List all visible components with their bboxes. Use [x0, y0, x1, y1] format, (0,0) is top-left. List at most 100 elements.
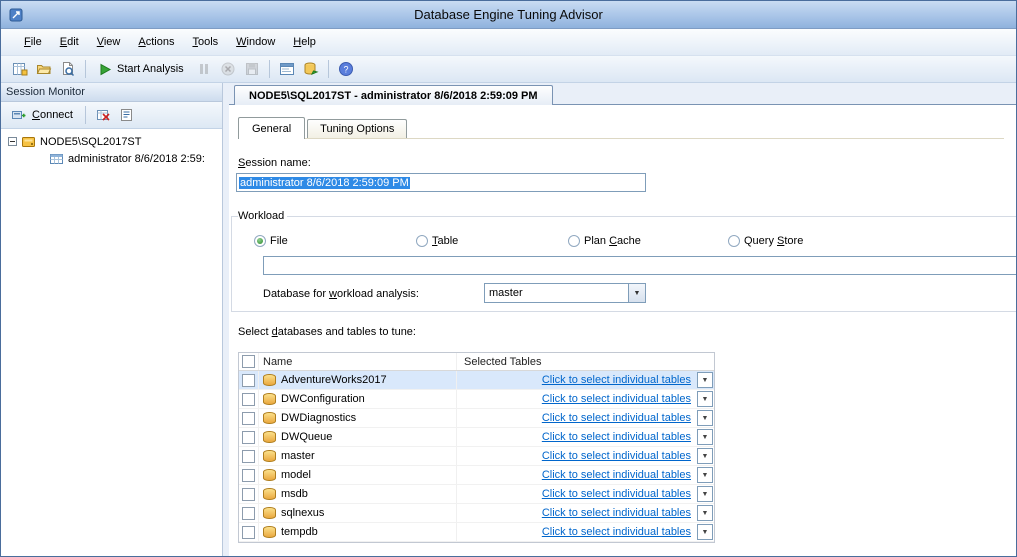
table-body: AdventureWorks2017 Click to select indiv… [239, 371, 714, 542]
database-name: DWConfiguration [281, 393, 365, 405]
stop-analysis-button [217, 58, 239, 80]
export-session-button[interactable] [300, 58, 322, 80]
tab-tuning-options[interactable]: Tuning Options [307, 119, 407, 138]
open-workload-file-button[interactable] [57, 58, 79, 80]
row-checkbox[interactable] [242, 469, 255, 482]
app-window: Database Engine Tuning Advisor File Edit… [0, 0, 1017, 557]
menu-window[interactable]: Window [227, 31, 284, 53]
database-icon [263, 526, 276, 538]
server-icon [21, 135, 36, 149]
session-name-selected-text: administrator 8/6/2018 2:59:09 PM [239, 177, 410, 189]
row-checkbox[interactable] [242, 507, 255, 520]
table-row: AdventureWorks2017 Click to select indiv… [239, 371, 714, 390]
database-analysis-combo[interactable]: master [484, 283, 646, 303]
table-row: sqlnexus Click to select individual tabl… [239, 504, 714, 523]
menu-tools[interactable]: Tools [183, 31, 227, 53]
menu-view[interactable]: View [88, 31, 130, 53]
database-name: msdb [281, 488, 308, 500]
workload-query-store-radio[interactable] [728, 235, 740, 247]
start-analysis-button[interactable]: Start Analysis [92, 58, 191, 80]
row-checkbox[interactable] [242, 412, 255, 425]
tab-strip: General Tuning Options [238, 117, 1004, 139]
name-column-header: Name [263, 356, 292, 368]
menu-help[interactable]: Help [284, 31, 325, 53]
svg-text:?: ? [343, 65, 348, 75]
row-checkbox[interactable] [242, 374, 255, 387]
select-tables-link[interactable]: Click to select individual tables [542, 526, 691, 538]
database-icon [263, 507, 276, 519]
workload-file-radio[interactable] [254, 235, 266, 247]
row-checkbox[interactable] [242, 526, 255, 539]
selected-tables-column-header: Selected Tables [464, 356, 541, 368]
title-bar: Database Engine Tuning Advisor [1, 1, 1016, 29]
tables-dropdown-button[interactable] [697, 429, 713, 445]
database-name: master [281, 450, 315, 462]
window-title: Database Engine Tuning Advisor [1, 7, 1016, 22]
pause-analysis-button [193, 58, 215, 80]
session-content: General Tuning Options Session name: adm… [229, 104, 1016, 556]
new-session-button[interactable] [9, 58, 31, 80]
connect-server-icon [11, 107, 27, 123]
menu-bar: File Edit View Actions Tools Window Help [1, 29, 1016, 56]
select-tables-link[interactable]: Click to select individual tables [542, 431, 691, 443]
table-row: DWConfiguration Click to select individu… [239, 390, 714, 409]
delete-session-button[interactable] [92, 104, 114, 126]
workload-table-label: Table [432, 235, 458, 247]
select-all-checkbox[interactable] [242, 355, 255, 368]
workload-file-input[interactable] [263, 256, 1017, 275]
tables-dropdown-button[interactable] [697, 467, 713, 483]
select-tables-link[interactable]: Click to select individual tables [542, 374, 691, 386]
select-tables-link[interactable]: Click to select individual tables [542, 488, 691, 500]
row-checkbox[interactable] [242, 450, 255, 463]
help-button[interactable]: ? [335, 58, 357, 80]
combo-dropdown-icon[interactable] [628, 284, 645, 302]
new-session-icon [12, 61, 28, 77]
tree-session-node[interactable]: administrator 8/6/2018 2:59: [1, 150, 222, 167]
open-session-button[interactable] [33, 58, 55, 80]
tables-dropdown-button[interactable] [697, 505, 713, 521]
tables-dropdown-button[interactable] [697, 391, 713, 407]
database-icon [263, 450, 276, 462]
menu-actions[interactable]: Actions [129, 31, 183, 53]
select-tables-link[interactable]: Click to select individual tables [542, 412, 691, 424]
workload-plan-cache-radio[interactable] [568, 235, 580, 247]
play-icon [99, 63, 112, 76]
preview-workload-button[interactable] [276, 58, 298, 80]
session-properties-button[interactable] [116, 104, 138, 126]
workload-table-radio[interactable] [416, 235, 428, 247]
table-row: tempdb Click to select individual tables [239, 523, 714, 542]
tables-dropdown-button[interactable] [697, 524, 713, 540]
select-tables-link[interactable]: Click to select individual tables [542, 469, 691, 481]
tables-dropdown-button[interactable] [697, 410, 713, 426]
menu-file[interactable]: File [15, 31, 51, 53]
session-name-input[interactable]: administrator 8/6/2018 2:59:09 PM [236, 173, 646, 192]
connect-label: Connect [32, 109, 73, 121]
stop-icon [220, 61, 236, 77]
toolbar-separator [328, 60, 329, 78]
menu-edit[interactable]: Edit [51, 31, 88, 53]
databases-table: Name Selected Tables AdventureWorks2017 [238, 352, 715, 543]
tables-dropdown-button[interactable] [697, 448, 713, 464]
connect-button[interactable]: Connect [5, 105, 79, 125]
database-icon [263, 431, 276, 443]
table-header-row: Name Selected Tables [239, 353, 714, 371]
session-tree: NODE5\SQL2017ST administrator 8/6/2018 2… [1, 129, 222, 556]
database-analysis-label: Database for workload analysis: [263, 288, 419, 300]
session-document-tab[interactable]: NODE5\SQL2017ST - administrator 8/6/2018… [234, 85, 553, 105]
tables-dropdown-button[interactable] [697, 486, 713, 502]
database-name: AdventureWorks2017 [281, 374, 387, 386]
select-tables-link[interactable]: Click to select individual tables [542, 507, 691, 519]
database-arrow-icon [303, 61, 319, 77]
row-checkbox[interactable] [242, 431, 255, 444]
collapse-expander-icon[interactable] [8, 137, 17, 146]
tables-dropdown-button[interactable] [697, 372, 713, 388]
tab-general[interactable]: General [238, 117, 305, 139]
row-checkbox[interactable] [242, 488, 255, 501]
database-analysis-value: master [485, 284, 628, 302]
select-tables-link[interactable]: Click to select individual tables [542, 393, 691, 405]
tree-server-node[interactable]: NODE5\SQL2017ST [1, 133, 222, 150]
select-tables-link[interactable]: Click to select individual tables [542, 450, 691, 462]
properties-icon [119, 107, 135, 123]
file-search-icon [60, 61, 76, 77]
row-checkbox[interactable] [242, 393, 255, 406]
